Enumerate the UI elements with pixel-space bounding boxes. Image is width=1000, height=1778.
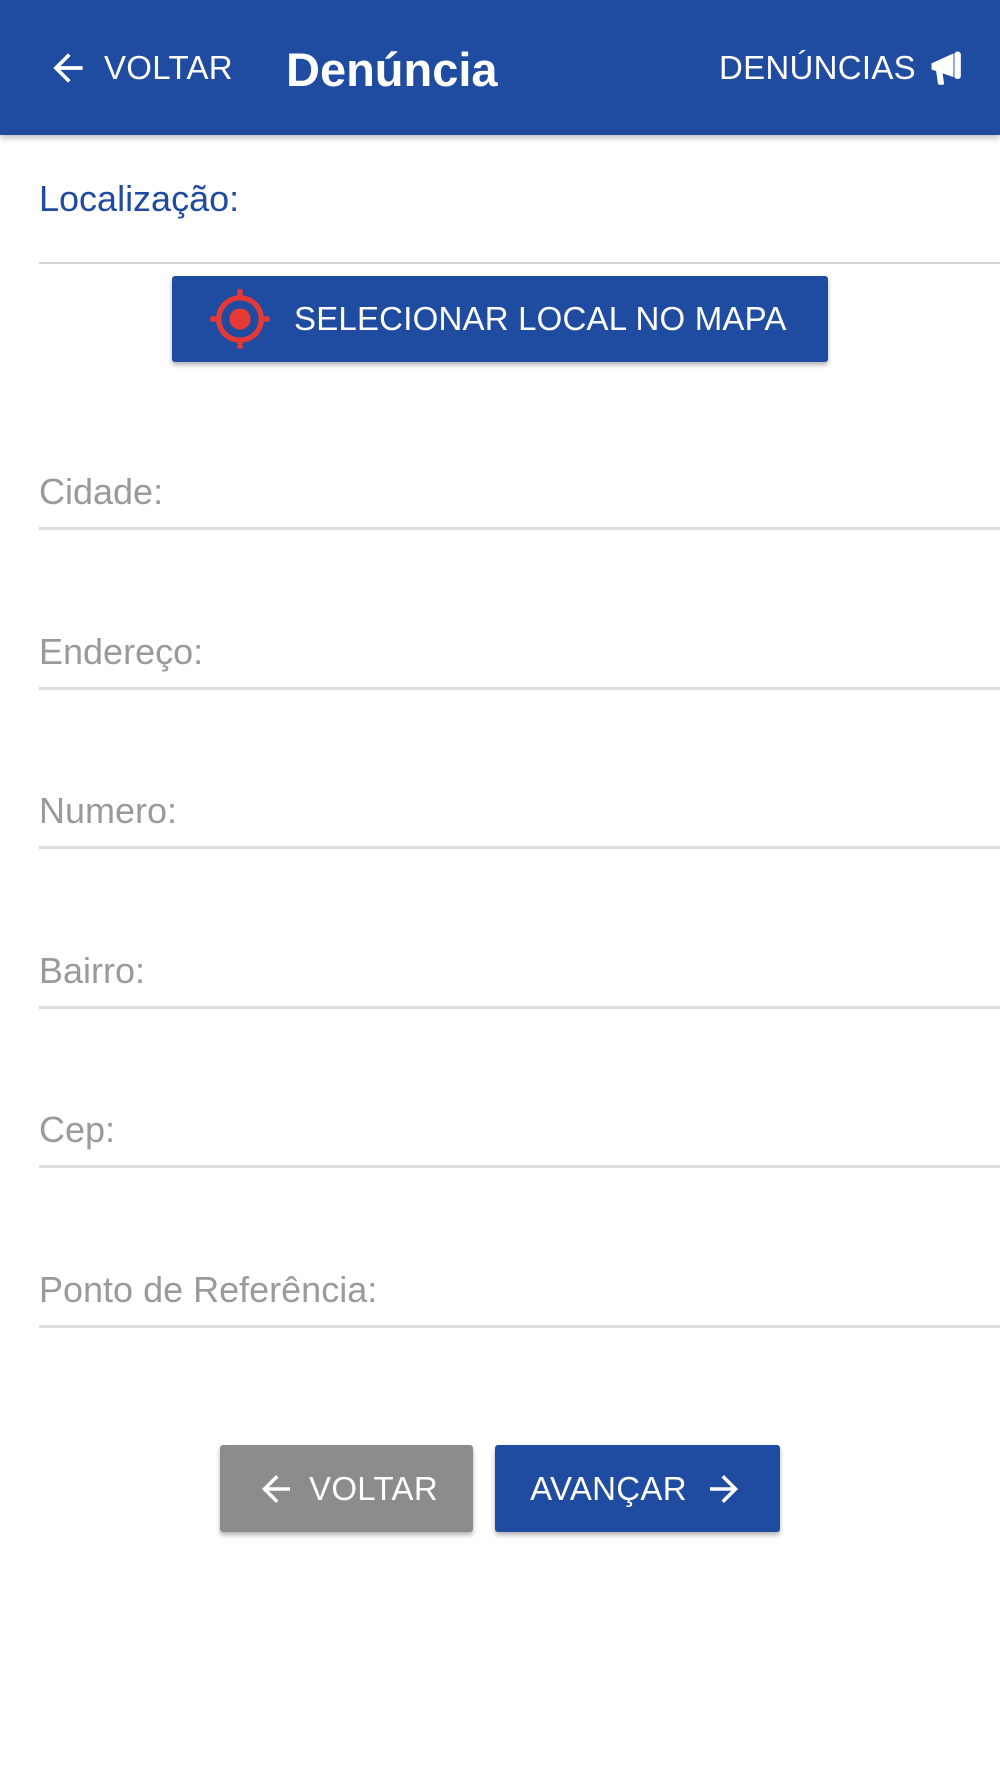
city-field [39,457,1000,530]
back-button-label: VOLTAR [309,1469,438,1507]
back-button[interactable]: VOLTAR [220,1445,473,1532]
arrow-right-icon [709,1474,738,1503]
section-divider [39,262,1000,264]
arrow-left-icon [53,53,83,83]
neighborhood-input[interactable] [39,936,1000,1006]
number-field [39,776,1000,849]
address-field [39,617,1000,690]
next-button[interactable]: AVANÇAR [495,1445,780,1532]
crosshair-target-icon [210,289,270,349]
zip-code-field [39,1095,1000,1168]
neighborhood-field [39,936,1000,1009]
complaints-button[interactable]: DENÚNCIAS [719,40,970,96]
location-section-label: Localização: [39,178,240,219]
header-back-button[interactable]: VOLTAR [46,40,233,96]
city-input[interactable] [39,457,1000,527]
zip-code-input[interactable] [39,1095,1000,1165]
app-header: VOLTAR Denúncia DENÚNCIAS [0,0,1000,135]
reference-point-input[interactable] [39,1255,1000,1325]
address-input[interactable] [39,617,1000,687]
next-button-label: AVANÇAR [530,1469,687,1507]
header-back-label: VOLTAR [104,49,233,86]
reference-point-field [39,1255,1000,1328]
complaints-label: DENÚNCIAS [718,49,916,86]
page-title: Denúncia [286,43,498,96]
megaphone-icon [931,51,961,85]
select-location-on-map-button[interactable]: SELECIONAR LOCAL NO MAPA [172,276,828,362]
map-button-label: SELECIONAR LOCAL NO MAPA [294,300,787,337]
number-input[interactable] [39,776,1000,846]
arrow-left-icon [262,1474,291,1503]
